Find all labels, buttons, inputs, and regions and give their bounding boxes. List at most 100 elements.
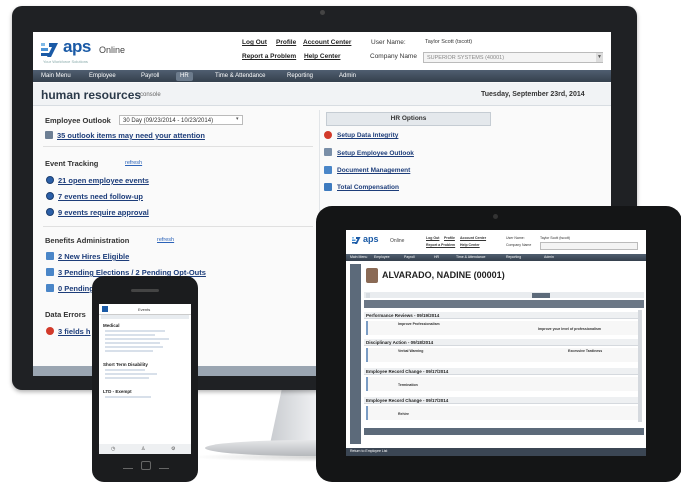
field-value: Rehire bbox=[398, 412, 409, 416]
employee-avatar bbox=[366, 268, 378, 283]
list-item[interactable]: Rehire bbox=[366, 406, 638, 420]
list-item bbox=[105, 334, 155, 336]
setup-data-integrity-link[interactable]: Setup Data Integrity bbox=[337, 132, 398, 139]
section-disciplinary-action: Disciplinary Action - 09/18/2014 bbox=[364, 339, 639, 346]
phone-section[interactable]: Medical bbox=[103, 323, 120, 328]
tablet-footer: Return to Employee List bbox=[346, 448, 646, 456]
nav-main-menu[interactable]: Main Menu bbox=[37, 72, 75, 81]
benefits-refresh-link[interactable]: refresh bbox=[157, 237, 174, 243]
tablet-report-link[interactable]: Report a Problem bbox=[426, 243, 455, 247]
users-icon bbox=[324, 148, 332, 156]
aps-logo-icon bbox=[41, 43, 58, 57]
back-button[interactable] bbox=[123, 462, 133, 469]
data-errors-label: Data Errors bbox=[45, 310, 86, 319]
phone-header: Events bbox=[99, 304, 191, 315]
section-record-change: Employee Record Change - 09/17/2014 bbox=[364, 368, 639, 375]
main-nav: Main Menu Employee Payroll HR Time & Att… bbox=[33, 70, 611, 82]
pending-link[interactable]: 0 Pending bbox=[58, 284, 94, 293]
tablet-tab-events[interactable] bbox=[532, 293, 550, 298]
field-value: Excessive Tardiness bbox=[568, 349, 603, 353]
menu-button[interactable] bbox=[159, 462, 169, 469]
document-management-link[interactable]: Document Management bbox=[337, 167, 410, 174]
clock-icon[interactable]: ◷ bbox=[111, 446, 115, 452]
brand-tagline: Your Workforce Solutions bbox=[43, 59, 88, 64]
report-problem-link[interactable]: Report a Problem bbox=[242, 53, 296, 60]
app-header: aps Your Workforce Solutions Online Log … bbox=[33, 32, 611, 71]
chevron-down-icon[interactable]: ▼ bbox=[596, 53, 603, 62]
tablet-header: aps Online Log Out Profile Account Cente… bbox=[346, 230, 646, 254]
clock-icon bbox=[46, 208, 54, 216]
tablet-nav-employee[interactable]: Employee bbox=[374, 255, 390, 259]
tablet-side-tab[interactable] bbox=[350, 264, 361, 444]
phone-footer: ◷ ♙ ⚙ bbox=[99, 444, 191, 454]
tablet-screen: aps Online Log Out Profile Account Cente… bbox=[346, 230, 646, 456]
tablet-profile-link[interactable]: Profile bbox=[444, 236, 455, 240]
new-hires-link[interactable]: 2 New Hires Eligible bbox=[58, 252, 129, 261]
tablet-nav-admin[interactable]: Admin bbox=[544, 255, 554, 259]
list-item bbox=[105, 346, 163, 348]
phone-screen: Events Medical Short Term Disability LTD… bbox=[99, 304, 191, 454]
aps-logo-icon bbox=[352, 237, 361, 244]
list-item[interactable]: Improve Professionalism Improve your lev… bbox=[366, 321, 638, 335]
error-icon bbox=[46, 327, 54, 335]
nav-time-attendance[interactable]: Time & Attendance bbox=[211, 72, 269, 81]
hr-options-header: HR Options bbox=[326, 112, 491, 126]
tablet-nav-main[interactable]: Main Menu bbox=[350, 255, 367, 259]
tablet-nav-reporting[interactable]: Reporting bbox=[506, 255, 521, 259]
list-item[interactable]: Verbal Warning Excessive Tardiness bbox=[366, 348, 638, 362]
setup-employee-outlook-link[interactable]: Setup Employee Outlook bbox=[337, 150, 414, 157]
calendar-icon bbox=[45, 131, 53, 139]
chevron-down-icon[interactable]: ▾ bbox=[236, 116, 239, 122]
no-entry-icon bbox=[324, 131, 332, 139]
nav-admin[interactable]: Admin bbox=[335, 72, 360, 81]
person-icon[interactable]: ♙ bbox=[141, 446, 145, 452]
tablet-logout-link[interactable]: Log Out bbox=[426, 236, 439, 240]
nav-hr[interactable]: HR bbox=[176, 72, 193, 81]
return-to-list-link[interactable]: Return to Employee List bbox=[350, 449, 387, 453]
data-errors-link[interactable]: 3 fields h bbox=[58, 327, 91, 336]
outlook-items-link[interactable]: 35 outlook items may need your attention bbox=[57, 131, 205, 140]
tablet-help-link[interactable]: Help Center bbox=[460, 243, 480, 247]
document-icon bbox=[46, 284, 54, 292]
company-select[interactable]: SUPERIOR SYSTEMS (40001) bbox=[423, 52, 603, 63]
scrollbar[interactable] bbox=[638, 310, 642, 422]
tablet-company-label: Company Name bbox=[506, 243, 532, 247]
approval-events-link[interactable]: 9 events require approval bbox=[58, 208, 149, 217]
divider bbox=[43, 226, 313, 227]
phone-subheader bbox=[101, 315, 189, 319]
home-button[interactable] bbox=[141, 461, 151, 470]
page-date: Tuesday, September 23rd, 2014 bbox=[481, 91, 585, 98]
phone-section[interactable]: Short Term Disability bbox=[103, 362, 148, 367]
benefits-admin-label: Benefits Administration bbox=[45, 236, 130, 245]
tablet-brand: aps bbox=[363, 234, 379, 244]
help-center-link[interactable]: Help Center bbox=[304, 53, 340, 60]
nav-reporting[interactable]: Reporting bbox=[283, 72, 317, 81]
event-refresh-link[interactable]: refresh bbox=[125, 160, 142, 166]
page-subtitle: console bbox=[140, 92, 161, 98]
tablet-nav-payroll[interactable]: Payroll bbox=[404, 255, 415, 259]
settings-icon[interactable]: ⚙ bbox=[171, 446, 175, 452]
tablet-account-center-link[interactable]: Account Center bbox=[460, 236, 486, 240]
user-name-label: User Name: bbox=[371, 39, 406, 46]
tablet-company-select[interactable] bbox=[540, 242, 638, 250]
total-compensation-link[interactable]: Total Compensation bbox=[337, 184, 399, 191]
profile-link[interactable]: Profile bbox=[276, 39, 296, 46]
clock-icon bbox=[46, 192, 54, 200]
phone-section[interactable]: LTD - Exempt bbox=[103, 389, 132, 394]
event-tracking-label: Event Tracking bbox=[45, 159, 99, 168]
tablet-nav-hr[interactable]: HR bbox=[434, 255, 439, 259]
account-center-link[interactable]: Account Center bbox=[303, 39, 351, 46]
tablet-tab[interactable] bbox=[366, 293, 370, 298]
open-events-link[interactable]: 21 open employee events bbox=[58, 176, 149, 185]
list-item[interactable]: Termination bbox=[366, 377, 638, 391]
tablet-pager[interactable] bbox=[364, 428, 644, 435]
outlook-period-select[interactable]: 30 Day (09/23/2014 - 10/23/2014) bbox=[119, 115, 243, 125]
tablet-nav-time[interactable]: Time & Attendance bbox=[456, 255, 485, 259]
nav-employee[interactable]: Employee bbox=[85, 72, 120, 81]
nav-payroll[interactable]: Payroll bbox=[137, 72, 163, 81]
list-item bbox=[105, 369, 145, 371]
list-item bbox=[105, 330, 165, 332]
logout-link[interactable]: Log Out bbox=[242, 39, 267, 46]
brand-logo: aps bbox=[63, 37, 91, 56]
followup-events-link[interactable]: 7 events need follow-up bbox=[58, 192, 143, 201]
